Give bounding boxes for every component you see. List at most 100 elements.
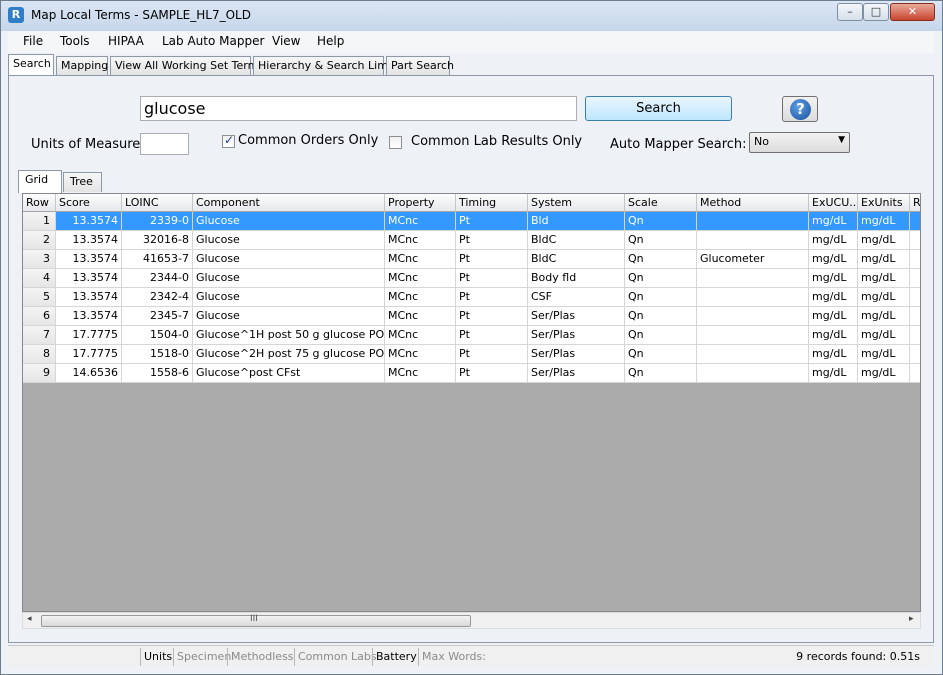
table-cell[interactable]: mg/dL [809,307,858,326]
title-bar[interactable]: R Map Local Terms - SAMPLE_HL7_OLD – □ ✕ [1,1,942,31]
column-header[interactable]: Row [23,194,56,212]
table-cell[interactable]: mg/dL [858,326,910,345]
table-cell[interactable]: MCnc [385,288,456,307]
table-cell[interactable]: 17.7775 [56,326,122,345]
tab-mapping[interactable]: Mapping [56,56,108,75]
table-cell[interactable]: mg/dL [858,288,910,307]
table-cell[interactable] [697,364,809,383]
table-cell[interactable]: BldC [528,250,625,269]
table-row[interactable]: 2 13.3574 32016-8 Glucose MCnc Pt BldC Qn mg/dL m… [23,231,920,250]
table-cell[interactable]: CSF [528,288,625,307]
table-cell[interactable]: MCnc [385,269,456,288]
table-cell[interactable]: Glucose [193,212,385,231]
table-row[interactable]: 1 13.3574 2339-0 Glucose MCnc Pt Bld Qn mg/dL mg/… [23,212,920,231]
common-orders-checkbox[interactable] [222,133,235,148]
status-max-words[interactable]: Max Words: [418,648,502,666]
table-cell[interactable]: MCnc [385,326,456,345]
common-lab-results-label[interactable]: Common Lab Results Only [411,134,582,149]
column-header[interactable]: Component [193,194,385,212]
table-cell[interactable]: MCnc [385,231,456,250]
table-cell[interactable]: mg/dL [858,269,910,288]
table-cell[interactable]: mg/dL [809,345,858,364]
table-cell[interactable]: mg/dL [858,345,910,364]
table-cell[interactable]: BldC [528,231,625,250]
table-cell[interactable]: 13.3574 [56,307,122,326]
column-header[interactable]: Timing [456,194,528,212]
table-cell[interactable] [910,231,920,250]
table-cell[interactable]: mg/dL [809,212,858,231]
table-cell[interactable]: Ser/Plas [528,307,625,326]
table-cell[interactable]: Pt [456,250,528,269]
status-methodless[interactable]: Methodless [227,648,294,666]
table-cell[interactable]: Qn [625,307,697,326]
table-cell[interactable]: mg/dL [858,231,910,250]
table-cell[interactable]: 13.3574 [56,288,122,307]
table-cell[interactable]: mg/dL [809,269,858,288]
auto-mapper-select[interactable]: No ▼ [749,132,850,153]
tab-part-search[interactable]: Part Search [386,56,454,75]
table-cell[interactable]: Glucose^1H post 50 g glucose PO [193,326,385,345]
common-orders-label[interactable]: Common Orders Only [238,133,378,148]
row-number[interactable]: 3 [23,250,56,269]
maximize-button[interactable]: □ [863,3,889,21]
table-cell[interactable]: 13.3574 [56,231,122,250]
table-cell[interactable]: mg/dL [809,326,858,345]
row-number[interactable]: 1 [23,212,56,231]
table-cell[interactable]: mg/dL [809,364,858,383]
scroll-right-icon[interactable]: ▸ [909,614,914,624]
table-cell[interactable]: Glucometer [697,250,809,269]
table-cell[interactable]: Qn [625,269,697,288]
table-cell[interactable]: mg/dL [809,288,858,307]
table-cell[interactable] [697,307,809,326]
table-cell[interactable]: Ser/Plas [528,345,625,364]
table-cell[interactable]: mg/dL [858,212,910,231]
table-cell[interactable]: mg/dL [809,231,858,250]
table-cell[interactable] [697,345,809,364]
table-cell[interactable] [697,326,809,345]
table-cell[interactable] [910,212,920,231]
row-number[interactable]: 7 [23,326,56,345]
close-button[interactable]: ✕ [890,3,935,21]
scroll-left-icon[interactable]: ◂ [27,614,32,624]
table-cell[interactable]: Glucose [193,231,385,250]
table-cell[interactable]: MCnc [385,345,456,364]
table-cell[interactable] [910,269,920,288]
table-cell[interactable]: 13.3574 [56,269,122,288]
table-cell[interactable]: Qn [625,364,697,383]
table-row[interactable]: 3 13.3574 41653-7 Glucose MCnc Pt BldC Qn Glucom… [23,250,920,269]
table-cell[interactable]: mg/dL [858,307,910,326]
table-row[interactable]: 7 17.7775 1504-0 Glucose^1H post 50 g gluco… [23,326,920,345]
table-cell[interactable]: 1518-0 [122,345,193,364]
status-battery[interactable]: Battery [372,648,418,666]
table-row[interactable]: 5 13.3574 2342-4 Glucose MCnc Pt CSF Qn mg/dL mg/… [23,288,920,307]
table-cell[interactable]: 2342-4 [122,288,193,307]
row-number[interactable]: 9 [23,364,56,383]
table-cell[interactable]: Ser/Plas [528,326,625,345]
table-cell[interactable]: Pt [456,269,528,288]
table-cell[interactable]: Qn [625,231,697,250]
table-cell[interactable]: 14.6536 [56,364,122,383]
table-cell[interactable]: MCnc [385,307,456,326]
table-cell[interactable]: Pt [456,212,528,231]
column-header[interactable]: ExUCU... [809,194,858,212]
table-cell[interactable]: 1504-0 [122,326,193,345]
table-cell[interactable]: Glucose^post CFst [193,364,385,383]
column-header[interactable]: Ra [910,194,920,212]
status-common-labs[interactable]: Common Labs [294,648,377,666]
table-cell[interactable] [910,288,920,307]
help-button[interactable]: ? [782,96,818,122]
tab-hierarchy-search-limits[interactable]: Hierarchy & Search Limits [253,56,401,75]
row-number[interactable]: 8 [23,345,56,364]
minimize-button[interactable]: – [837,3,863,21]
table-cell[interactable]: Glucose [193,269,385,288]
column-header[interactable]: Scale [625,194,697,212]
column-header[interactable]: LOINC [122,194,193,212]
table-cell[interactable]: 2345-7 [122,307,193,326]
table-cell[interactable] [697,212,809,231]
table-cell[interactable]: MCnc [385,364,456,383]
table-cell[interactable] [697,231,809,250]
table-row[interactable]: 4 13.3574 2344-0 Glucose MCnc Pt Body fld Qn mg/… [23,269,920,288]
table-cell[interactable]: Pt [456,364,528,383]
table-cell[interactable]: 17.7775 [56,345,122,364]
table-cell[interactable]: Qn [625,250,697,269]
